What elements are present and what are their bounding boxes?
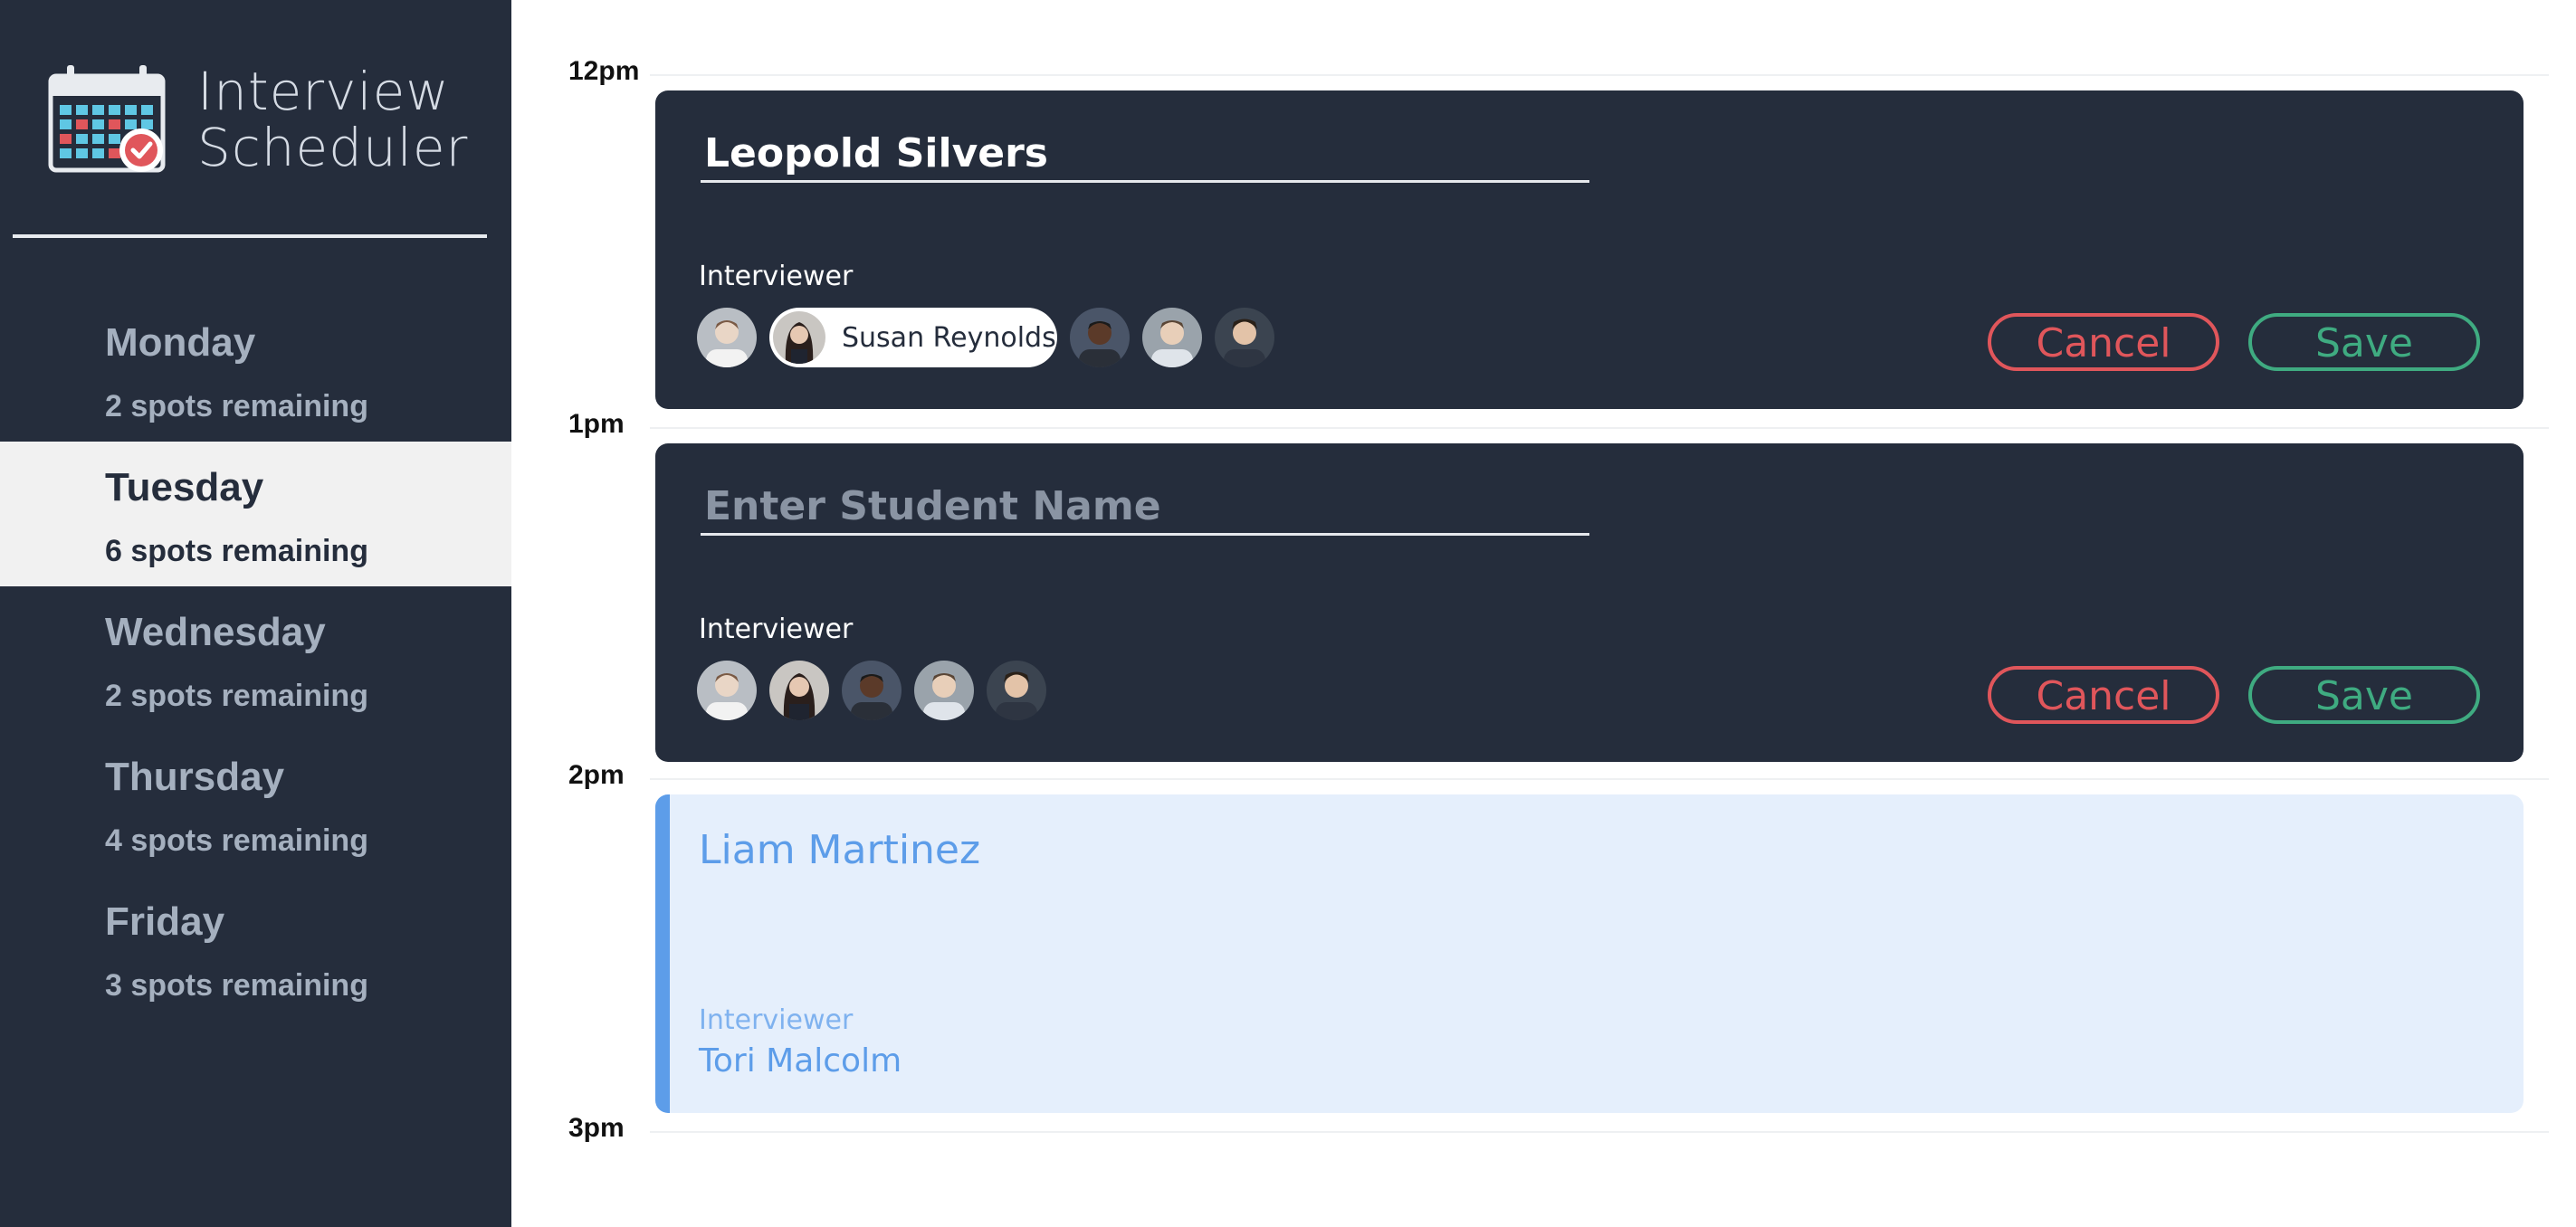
interviewer-avatar[interactable] <box>842 661 902 720</box>
student-name: Liam Martinez <box>699 827 981 873</box>
interviewer-list: Susan Reynolds <box>697 306 1287 369</box>
interviewer-avatar <box>773 311 825 364</box>
calendar-check-icon <box>48 65 166 173</box>
day-item-friday[interactable]: Friday 3 spots remaining <box>0 876 511 1021</box>
app-title: Interview Scheduler <box>197 63 468 176</box>
interviewer-avatar[interactable] <box>697 661 757 720</box>
interviewer-avatar[interactable] <box>1070 308 1130 367</box>
cancel-button[interactable]: Cancel <box>1988 313 2219 371</box>
time-divider <box>650 74 2549 76</box>
sidebar: Interview Scheduler Monday 2 spots remai… <box>0 0 511 1227</box>
cancel-button[interactable]: Cancel <box>1988 666 2219 724</box>
time-label: 12pm <box>568 56 640 86</box>
interviewer-avatar[interactable] <box>914 661 974 720</box>
time-label: 1pm <box>568 409 625 439</box>
day-spots: 2 spots remaining <box>105 679 368 713</box>
day-name: Monday <box>105 320 256 365</box>
day-item-wednesday[interactable]: Wednesday 2 spots remaining <box>0 586 511 731</box>
time-label: 2pm <box>568 760 625 790</box>
interviewer-list <box>697 659 1059 722</box>
interviewer-avatar[interactable] <box>987 661 1046 720</box>
appointment-form-create: Enter Student Name Interviewer Cancel Sa… <box>655 443 2524 762</box>
day-item-monday[interactable]: Monday 2 spots remaining <box>0 297 511 442</box>
day-spots: 6 spots remaining <box>105 534 368 568</box>
interviewer-name: Tori Malcolm <box>699 1042 902 1080</box>
day-item-tuesday[interactable]: Tuesday 6 spots remaining <box>0 442 511 586</box>
day-spots: 2 spots remaining <box>105 389 368 423</box>
interviewer-avatar[interactable] <box>1142 308 1202 367</box>
interviewer-avatar[interactable] <box>1215 308 1274 367</box>
time-divider <box>650 427 2549 429</box>
time-slot-1pm: 1pm <box>568 409 2549 445</box>
day-name: Thursday <box>105 755 285 799</box>
time-divider <box>650 1131 2549 1133</box>
booked-accent-bar <box>655 794 670 1113</box>
day-spots: 4 spots remaining <box>105 823 368 858</box>
sidebar-divider <box>13 234 487 238</box>
time-slot-12pm: 12pm <box>568 56 2549 92</box>
time-label: 3pm <box>568 1113 625 1143</box>
interviewer-label: Interviewer <box>699 614 854 645</box>
student-name-input[interactable]: Enter Student Name <box>701 478 1589 536</box>
save-button[interactable]: Save <box>2248 666 2480 724</box>
interviewer-selected-chip[interactable]: Susan Reynolds <box>769 308 1057 367</box>
appointment-booked[interactable]: Liam Martinez Interviewer Tori Malcolm <box>655 794 2524 1113</box>
appointment-form-edit: Leopold Silvers Interviewer Susan Reynol… <box>655 90 2524 409</box>
time-slot-2pm: 2pm <box>568 760 2549 796</box>
day-name: Tuesday <box>105 465 264 509</box>
app-title-line2: Scheduler <box>197 117 469 178</box>
interviewer-label: Interviewer <box>699 1004 854 1036</box>
time-slot-3pm: 3pm <box>568 1113 2549 1149</box>
day-spots: 3 spots remaining <box>105 968 368 1003</box>
student-name-input[interactable]: Leopold Silvers <box>701 125 1589 183</box>
interviewer-avatar[interactable] <box>697 308 757 367</box>
interviewer-avatar[interactable] <box>769 661 829 720</box>
selected-interviewer-name: Susan Reynolds <box>842 321 1056 354</box>
day-item-thursday[interactable]: Thursday 4 spots remaining <box>0 731 511 876</box>
time-divider <box>650 778 2549 780</box>
save-button[interactable]: Save <box>2248 313 2480 371</box>
app-title-line1: Interview <box>197 61 450 122</box>
day-name: Wednesday <box>105 610 326 654</box>
interviewer-label: Interviewer <box>699 261 854 292</box>
day-name: Friday <box>105 899 225 944</box>
